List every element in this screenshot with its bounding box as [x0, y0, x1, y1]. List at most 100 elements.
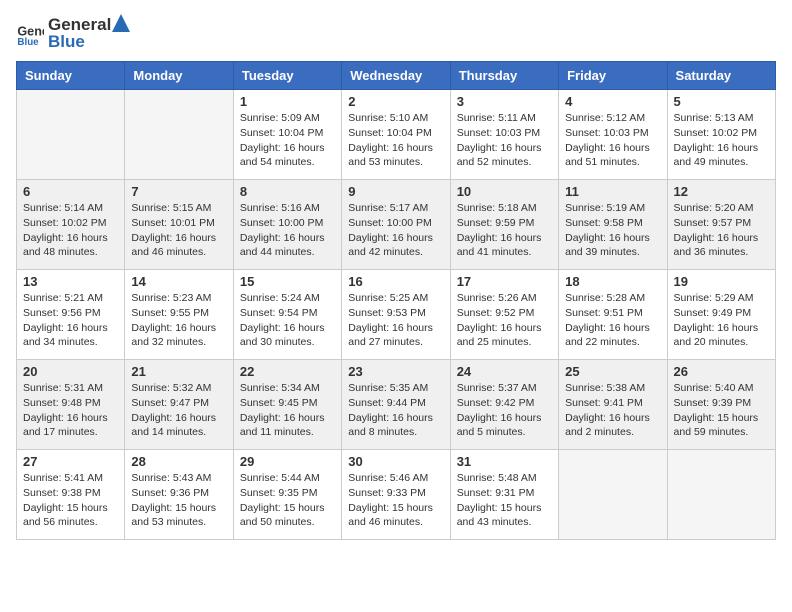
- calendar-cell: 27 Sunrise: 5:41 AM Sunset: 9:38 PM Dayli…: [17, 450, 125, 540]
- day-number: 8: [240, 184, 335, 199]
- day-info: Sunrise: 5:10 AM Sunset: 10:04 PM Daylig…: [348, 111, 443, 170]
- calendar-week-row: 20Sunrise: 5:31 AM Sunset: 9:48 PM Dayli…: [17, 360, 776, 450]
- calendar-cell: 2 Sunrise: 5:10 AM Sunset: 10:04 PM Dayli…: [342, 90, 450, 180]
- page-header: General Blue General Blue: [16, 16, 776, 51]
- day-info: Sunrise: 5:16 AM Sunset: 10:00 PM Daylig…: [240, 201, 335, 260]
- day-info: Sunrise: 5:18 AM Sunset: 9:59 PM Dayligh…: [457, 201, 552, 260]
- calendar-cell: 29 Sunrise: 5:44 AM Sunset: 9:35 PM Dayli…: [233, 450, 341, 540]
- day-number: 10: [457, 184, 552, 199]
- day-number: 2: [348, 94, 443, 109]
- weekday-header-monday: Monday: [125, 62, 233, 90]
- day-number: 1: [240, 94, 335, 109]
- weekday-header-saturday: Saturday: [667, 62, 775, 90]
- calendar-cell: 3 Sunrise: 5:11 AM Sunset: 10:03 PM Dayli…: [450, 90, 558, 180]
- calendar-cell: [17, 90, 125, 180]
- calendar-cell: [559, 450, 667, 540]
- svg-text:Blue: Blue: [17, 37, 39, 48]
- calendar-week-row: 27 Sunrise: 5:41 AM Sunset: 9:38 PM Dayli…: [17, 450, 776, 540]
- day-number: 4: [565, 94, 660, 109]
- day-number: 17: [457, 274, 552, 289]
- day-number: 31: [457, 454, 552, 469]
- day-info: Sunrise: 5:48 AM Sunset: 9:31 PM Dayligh…: [457, 471, 552, 530]
- calendar-cell: 13 Sunrise: 5:21 AM Sunset: 9:56 PM Dayli…: [17, 270, 125, 360]
- calendar-cell: 15 Sunrise: 5:24 AM Sunset: 9:54 PM Dayli…: [233, 270, 341, 360]
- day-info: Sunrise: 5:41 AM Sunset: 9:38 PM Dayligh…: [23, 471, 118, 530]
- day-number: 19: [674, 274, 769, 289]
- day-info: Sunrise: 5:13 AM Sunset: 10:02 PM Daylig…: [674, 111, 769, 170]
- day-info: Sunrise: 5:35 AM Sunset: 9:44 PM Dayligh…: [348, 381, 443, 440]
- logo-icon: General Blue: [16, 20, 44, 48]
- day-info: Sunrise: 5:21 AM Sunset: 9:56 PM Dayligh…: [23, 291, 118, 350]
- calendar-table: SundayMondayTuesdayWednesdayThursdayFrid…: [16, 61, 776, 540]
- day-info: Sunrise: 5:20 AM Sunset: 9:57 PM Dayligh…: [674, 201, 769, 260]
- day-number: 22: [240, 364, 335, 379]
- calendar-cell: 8 Sunrise: 5:16 AM Sunset: 10:00 PM Dayli…: [233, 180, 341, 270]
- day-number: 11: [565, 184, 660, 199]
- day-info: Sunrise: 5:25 AM Sunset: 9:53 PM Dayligh…: [348, 291, 443, 350]
- calendar-cell: 16 Sunrise: 5:25 AM Sunset: 9:53 PM Dayli…: [342, 270, 450, 360]
- calendar-cell: 20Sunrise: 5:31 AM Sunset: 9:48 PM Dayli…: [17, 360, 125, 450]
- day-number: 30: [348, 454, 443, 469]
- logo-blue-text: Blue: [48, 33, 130, 52]
- weekday-header-thursday: Thursday: [450, 62, 558, 90]
- day-info: Sunrise: 5:12 AM Sunset: 10:03 PM Daylig…: [565, 111, 660, 170]
- calendar-cell: 4 Sunrise: 5:12 AM Sunset: 10:03 PM Dayli…: [559, 90, 667, 180]
- day-info: Sunrise: 5:26 AM Sunset: 9:52 PM Dayligh…: [457, 291, 552, 350]
- calendar-cell: 26 Sunrise: 5:40 AM Sunset: 9:39 PM Dayli…: [667, 360, 775, 450]
- day-number: 13: [23, 274, 118, 289]
- logo: General Blue General Blue: [16, 16, 130, 51]
- day-info: Sunrise: 5:32 AM Sunset: 9:47 PM Dayligh…: [131, 381, 226, 440]
- logo-triangle-icon: [112, 14, 130, 32]
- calendar-cell: 12 Sunrise: 5:20 AM Sunset: 9:57 PM Dayli…: [667, 180, 775, 270]
- calendar-cell: 28Sunrise: 5:43 AM Sunset: 9:36 PM Dayli…: [125, 450, 233, 540]
- day-info: Sunrise: 5:37 AM Sunset: 9:42 PM Dayligh…: [457, 381, 552, 440]
- day-number: 27: [23, 454, 118, 469]
- calendar-cell: [667, 450, 775, 540]
- day-info: Sunrise: 5:24 AM Sunset: 9:54 PM Dayligh…: [240, 291, 335, 350]
- calendar-cell: 21Sunrise: 5:32 AM Sunset: 9:47 PM Dayli…: [125, 360, 233, 450]
- day-number: 18: [565, 274, 660, 289]
- calendar-cell: 7 Sunrise: 5:15 AM Sunset: 10:01 PM Dayli…: [125, 180, 233, 270]
- day-info: Sunrise: 5:38 AM Sunset: 9:41 PM Dayligh…: [565, 381, 660, 440]
- day-info: Sunrise: 5:15 AM Sunset: 10:01 PM Daylig…: [131, 201, 226, 260]
- day-number: 7: [131, 184, 226, 199]
- weekday-header-wednesday: Wednesday: [342, 62, 450, 90]
- day-info: Sunrise: 5:11 AM Sunset: 10:03 PM Daylig…: [457, 111, 552, 170]
- weekday-header-friday: Friday: [559, 62, 667, 90]
- day-number: 26: [674, 364, 769, 379]
- calendar-cell: 6 Sunrise: 5:14 AM Sunset: 10:02 PM Dayli…: [17, 180, 125, 270]
- day-number: 24: [457, 364, 552, 379]
- day-number: 16: [348, 274, 443, 289]
- calendar-cell: [125, 90, 233, 180]
- day-info: Sunrise: 5:17 AM Sunset: 10:00 PM Daylig…: [348, 201, 443, 260]
- calendar-cell: 22Sunrise: 5:34 AM Sunset: 9:45 PM Dayli…: [233, 360, 341, 450]
- day-info: Sunrise: 5:31 AM Sunset: 9:48 PM Dayligh…: [23, 381, 118, 440]
- calendar-cell: 9 Sunrise: 5:17 AM Sunset: 10:00 PM Dayli…: [342, 180, 450, 270]
- day-number: 28: [131, 454, 226, 469]
- day-info: Sunrise: 5:29 AM Sunset: 9:49 PM Dayligh…: [674, 291, 769, 350]
- day-number: 9: [348, 184, 443, 199]
- calendar-cell: 17 Sunrise: 5:26 AM Sunset: 9:52 PM Dayli…: [450, 270, 558, 360]
- calendar-cell: 30Sunrise: 5:46 AM Sunset: 9:33 PM Dayli…: [342, 450, 450, 540]
- calendar-cell: 24 Sunrise: 5:37 AM Sunset: 9:42 PM Dayli…: [450, 360, 558, 450]
- calendar-cell: 10 Sunrise: 5:18 AM Sunset: 9:59 PM Dayli…: [450, 180, 558, 270]
- day-info: Sunrise: 5:14 AM Sunset: 10:02 PM Daylig…: [23, 201, 118, 260]
- weekday-header-sunday: Sunday: [17, 62, 125, 90]
- day-info: Sunrise: 5:40 AM Sunset: 9:39 PM Dayligh…: [674, 381, 769, 440]
- day-info: Sunrise: 5:19 AM Sunset: 9:58 PM Dayligh…: [565, 201, 660, 260]
- day-number: 6: [23, 184, 118, 199]
- calendar-cell: 31 Sunrise: 5:48 AM Sunset: 9:31 PM Dayli…: [450, 450, 558, 540]
- calendar-cell: 5Sunrise: 5:13 AM Sunset: 10:02 PM Dayli…: [667, 90, 775, 180]
- calendar-cell: 14Sunrise: 5:23 AM Sunset: 9:55 PM Dayli…: [125, 270, 233, 360]
- day-number: 3: [457, 94, 552, 109]
- day-number: 14: [131, 274, 226, 289]
- day-number: 29: [240, 454, 335, 469]
- day-info: Sunrise: 5:44 AM Sunset: 9:35 PM Dayligh…: [240, 471, 335, 530]
- day-number: 12: [674, 184, 769, 199]
- day-number: 25: [565, 364, 660, 379]
- svg-text:General: General: [17, 24, 44, 38]
- day-number: 23: [348, 364, 443, 379]
- day-number: 15: [240, 274, 335, 289]
- calendar-cell: 25 Sunrise: 5:38 AM Sunset: 9:41 PM Dayli…: [559, 360, 667, 450]
- weekday-header-tuesday: Tuesday: [233, 62, 341, 90]
